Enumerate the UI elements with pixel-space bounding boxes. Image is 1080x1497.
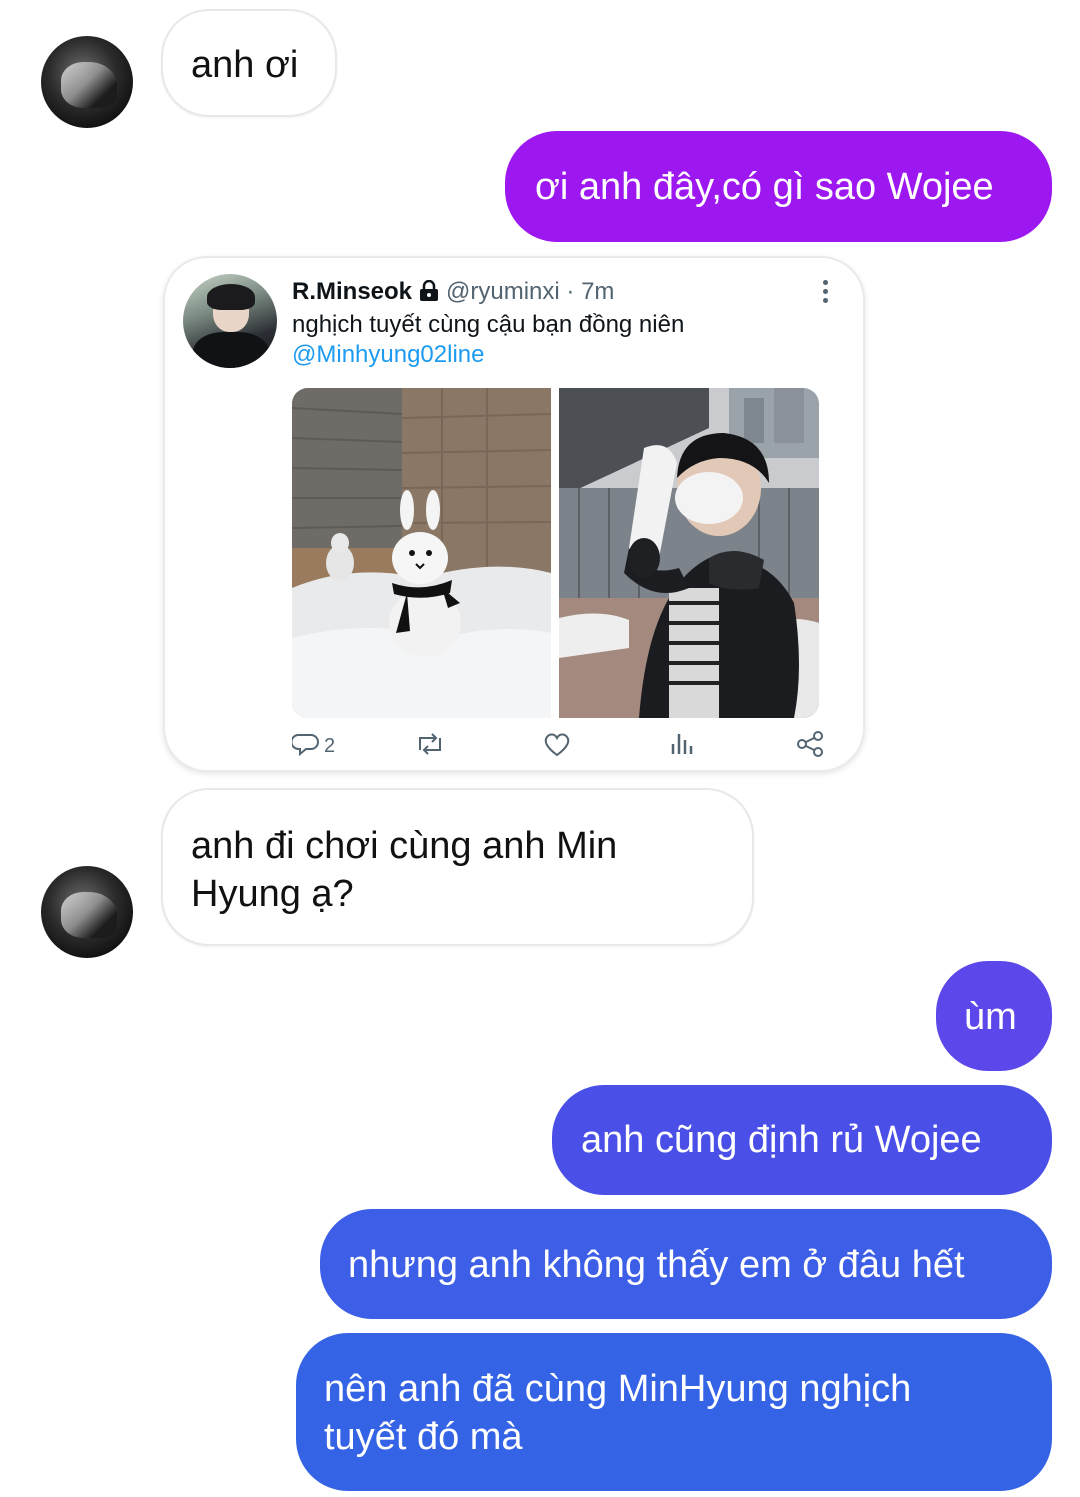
views-button[interactable] — [669, 728, 695, 764]
tweet-photo-person-snow[interactable] — [559, 388, 819, 718]
tweet-mention-link[interactable]: @Minhyung02line — [292, 340, 684, 370]
message-text: ơi anh đây,có gì sao Wojee — [535, 166, 994, 208]
contact-avatar[interactable] — [41, 866, 133, 958]
incoming-message[interactable]: anh ơi — [161, 9, 337, 117]
shared-tweet-card[interactable]: R.Minseok @ryuminxi · 7m nghịch tuyết cùn… — [163, 256, 865, 772]
lock-icon — [418, 279, 440, 309]
tweet-author-name[interactable]: R.Minseok — [292, 278, 412, 305]
outgoing-message[interactable]: nên anh đã cùng MinHyung nghịch tuyết đó… — [296, 1333, 1052, 1491]
tweet-body: nghịch tuyết cùng cậu bạn đồng niên @Min… — [292, 310, 684, 370]
message-text: nhưng anh không thấy em ở đâu hết — [348, 1244, 965, 1286]
reply-icon — [290, 730, 320, 763]
tweet-time: · 7m — [566, 278, 615, 305]
chat-screen: anh ơi ơi anh đây,có gì sao Wojee R.Mins… — [0, 0, 1080, 1497]
tweet-handle[interactable]: @ryuminxi — [446, 278, 560, 305]
share-icon — [795, 730, 825, 763]
outgoing-message[interactable]: nhưng anh không thấy em ở đâu hết — [320, 1209, 1052, 1319]
retweet-icon — [414, 730, 446, 763]
more-icon[interactable] — [823, 280, 829, 304]
reply-button[interactable]: 2 — [290, 728, 336, 764]
outgoing-message[interactable]: anh cũng định rủ Wojee — [552, 1085, 1052, 1195]
outgoing-message[interactable]: ùm — [936, 961, 1052, 1071]
share-button[interactable] — [795, 728, 825, 764]
tweet-author-avatar[interactable] — [183, 274, 277, 368]
message-text: anh đi chơi cùng anh Min Hyung ạ? — [191, 825, 618, 915]
views-icon — [669, 730, 695, 763]
tweet-header: R.Minseok @ryuminxi · 7m — [292, 278, 614, 309]
tweet-actions: 2 — [290, 728, 832, 764]
tweet-photo-snow-bunny[interactable] — [292, 388, 551, 718]
message-text: nên anh đã cùng MinHyung nghịch tuyết đó… — [324, 1368, 912, 1458]
incoming-message[interactable]: anh đi chơi cùng anh Min Hyung ạ? — [161, 788, 754, 946]
retweet-button[interactable] — [414, 728, 446, 764]
contact-avatar[interactable] — [41, 36, 133, 128]
outgoing-message[interactable]: ơi anh đây,có gì sao Wojee — [505, 131, 1052, 242]
like-icon — [542, 730, 572, 763]
tweet-text: nghịch tuyết cùng cậu bạn đồng niên — [292, 311, 685, 338]
reply-count: 2 — [324, 734, 336, 757]
like-button[interactable] — [542, 728, 572, 764]
message-text: anh ơi — [191, 44, 299, 86]
message-text: ùm — [964, 996, 1017, 1038]
message-text: anh cũng định rủ Wojee — [581, 1119, 982, 1161]
